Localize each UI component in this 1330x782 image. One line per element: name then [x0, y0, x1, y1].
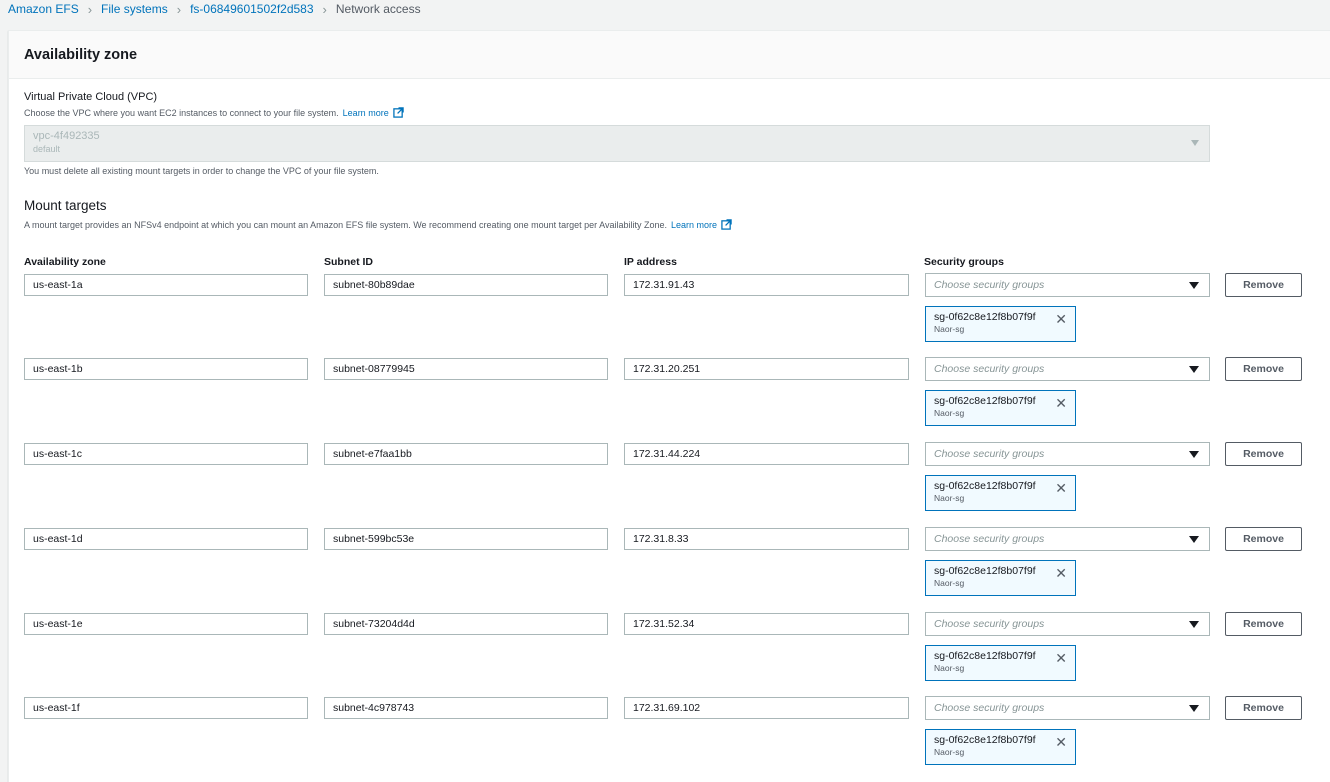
- breadcrumb-amazon-efs[interactable]: Amazon EFS: [8, 2, 79, 16]
- chevron-right-icon: ›: [87, 1, 93, 17]
- security-groups-select[interactable]: Choose security groups: [925, 527, 1210, 551]
- caret-down-icon: [1191, 140, 1199, 146]
- column-header-availability-zone: Availability zone: [24, 256, 106, 268]
- close-icon[interactable]: ✕: [1055, 735, 1067, 749]
- remove-button[interactable]: Remove: [1225, 273, 1302, 297]
- security-groups-placeholder: Choose security groups: [934, 448, 1045, 460]
- subnet-id-field[interactable]: subnet-80b89dae: [324, 274, 608, 296]
- security-group-id: sg-0f62c8e12f8b07f9f: [934, 395, 1036, 407]
- caret-down-icon: [1189, 621, 1199, 628]
- security-group-name: Naor-sg: [934, 493, 965, 503]
- vpc-note: You must delete all existing mount targe…: [24, 166, 379, 176]
- breadcrumb-current: Network access: [335, 2, 421, 16]
- close-icon[interactable]: ✕: [1055, 396, 1067, 410]
- vpc-description-text: Choose the VPC where you want EC2 instan…: [24, 107, 339, 118]
- security-groups-select[interactable]: Choose security groups: [925, 696, 1210, 720]
- security-groups-placeholder: Choose security groups: [934, 702, 1045, 714]
- close-icon[interactable]: ✕: [1055, 312, 1067, 326]
- security-group-token: sg-0f62c8e12f8b07f9f Naor-sg ✕: [925, 475, 1076, 511]
- caret-down-icon: [1189, 451, 1199, 458]
- ip-address-field[interactable]: 172.31.52.34: [624, 613, 909, 635]
- security-group-token: sg-0f62c8e12f8b07f9f Naor-sg ✕: [925, 645, 1076, 681]
- caret-down-icon: [1189, 366, 1199, 373]
- breadcrumb-file-system-id[interactable]: fs-06849601502f2d583: [190, 2, 313, 16]
- caret-down-icon: [1189, 705, 1199, 712]
- security-group-token: sg-0f62c8e12f8b07f9f Naor-sg ✕: [925, 560, 1076, 596]
- panel-title: Availability zone: [24, 46, 138, 63]
- ip-address-field[interactable]: 172.31.8.33: [624, 528, 909, 550]
- vpc-learn-more-label: Learn more: [342, 107, 389, 118]
- security-group-id: sg-0f62c8e12f8b07f9f: [934, 650, 1036, 662]
- caret-down-icon: [1189, 282, 1199, 289]
- availability-zone-field[interactable]: us-east-1e: [24, 613, 308, 635]
- network-access-panel: Availability zone Virtual Private Cloud …: [8, 30, 1330, 782]
- security-groups-select[interactable]: Choose security groups: [925, 357, 1210, 381]
- mount-targets-description-text: A mount target provides an NFSv4 endpoin…: [24, 219, 668, 230]
- security-groups-select[interactable]: Choose security groups: [925, 612, 1210, 636]
- mount-targets-title: Mount targets: [24, 198, 107, 213]
- column-header-ip-address: IP address: [624, 256, 677, 268]
- vpc-label: Virtual Private Cloud (VPC): [24, 91, 158, 103]
- security-groups-select[interactable]: Choose security groups: [925, 442, 1210, 466]
- availability-zone-field[interactable]: us-east-1b: [24, 358, 308, 380]
- ip-address-field[interactable]: 172.31.44.224: [624, 443, 909, 465]
- security-group-token: sg-0f62c8e12f8b07f9f Naor-sg ✕: [925, 729, 1076, 765]
- security-group-id: sg-0f62c8e12f8b07f9f: [934, 734, 1036, 746]
- ip-address-field[interactable]: 172.31.69.102: [624, 697, 909, 719]
- external-link-icon: [721, 219, 732, 230]
- vpc-description: Choose the VPC where you want EC2 instan…: [24, 107, 404, 118]
- ip-address-field[interactable]: 172.31.20.251: [624, 358, 909, 380]
- remove-button[interactable]: Remove: [1225, 442, 1302, 466]
- chevron-right-icon: ›: [322, 1, 327, 17]
- security-group-name: Naor-sg: [934, 408, 965, 418]
- subnet-id-field[interactable]: subnet-08779945: [324, 358, 608, 380]
- caret-down-icon: [1189, 536, 1199, 543]
- security-group-name: Naor-sg: [934, 747, 965, 757]
- breadcrumb-file-systems[interactable]: File systems: [101, 2, 168, 16]
- subnet-id-field[interactable]: subnet-73204d4d: [324, 613, 608, 635]
- security-group-id: sg-0f62c8e12f8b07f9f: [934, 311, 1036, 323]
- close-icon[interactable]: ✕: [1055, 566, 1067, 580]
- security-group-id: sg-0f62c8e12f8b07f9f: [934, 565, 1036, 577]
- security-groups-select[interactable]: Choose security groups: [925, 273, 1210, 297]
- remove-button[interactable]: Remove: [1225, 696, 1302, 720]
- security-groups-placeholder: Choose security groups: [934, 279, 1045, 291]
- column-header-subnet-id: Subnet ID: [324, 256, 373, 268]
- close-icon[interactable]: ✕: [1055, 481, 1067, 495]
- external-link-icon: [392, 107, 404, 118]
- remove-button[interactable]: Remove: [1225, 357, 1302, 381]
- vpc-select: vpc-4f492335 default: [24, 125, 1210, 162]
- breadcrumb: Amazon EFS › File systems › fs-068496015…: [8, 0, 421, 18]
- availability-zone-field[interactable]: us-east-1d: [24, 528, 308, 550]
- security-group-name: Naor-sg: [934, 663, 965, 673]
- chevron-right-icon: ›: [176, 1, 182, 17]
- mount-targets-learn-more-link[interactable]: Learn more: [671, 219, 732, 230]
- column-header-security-groups: Security groups: [924, 256, 1004, 268]
- security-group-token: sg-0f62c8e12f8b07f9f Naor-sg ✕: [925, 390, 1076, 426]
- security-group-name: Naor-sg: [934, 578, 965, 588]
- close-icon[interactable]: ✕: [1055, 651, 1067, 665]
- availability-zone-field[interactable]: us-east-1c: [24, 443, 308, 465]
- security-group-id: sg-0f62c8e12f8b07f9f: [934, 480, 1036, 492]
- vpc-select-value: vpc-4f492335: [33, 130, 100, 142]
- panel-header: Availability zone: [9, 31, 1330, 79]
- vpc-learn-more-link[interactable]: Learn more: [343, 107, 404, 118]
- ip-address-field[interactable]: 172.31.91.43: [624, 274, 909, 296]
- mount-targets-description: A mount target provides an NFSv4 endpoin…: [24, 219, 732, 230]
- availability-zone-field[interactable]: us-east-1a: [24, 274, 308, 296]
- remove-button[interactable]: Remove: [1225, 612, 1302, 636]
- mount-targets-learn-more-label: Learn more: [671, 219, 718, 230]
- subnet-id-field[interactable]: subnet-4c978743: [324, 697, 608, 719]
- security-groups-placeholder: Choose security groups: [934, 618, 1045, 630]
- subnet-id-field[interactable]: subnet-e7faa1bb: [324, 443, 608, 465]
- security-groups-placeholder: Choose security groups: [934, 533, 1045, 545]
- security-group-token: sg-0f62c8e12f8b07f9f Naor-sg ✕: [925, 306, 1076, 342]
- security-groups-placeholder: Choose security groups: [934, 363, 1045, 375]
- security-group-name: Naor-sg: [934, 324, 965, 334]
- vpc-select-sub: default: [33, 144, 61, 154]
- subnet-id-field[interactable]: subnet-599bc53e: [324, 528, 608, 550]
- remove-button[interactable]: Remove: [1225, 527, 1302, 551]
- availability-zone-field[interactable]: us-east-1f: [24, 697, 308, 719]
